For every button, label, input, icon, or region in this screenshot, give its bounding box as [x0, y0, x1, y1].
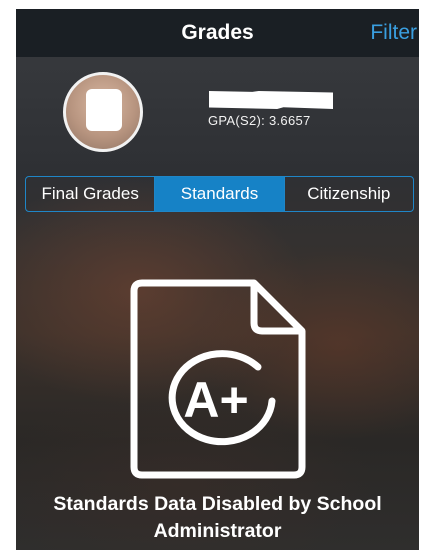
avatar: [63, 72, 143, 152]
grades-segmented-control: Final Grades Standards Citizenship: [25, 176, 414, 212]
student-name-redacted: [209, 91, 333, 109]
avatar-redaction: [86, 89, 122, 131]
grades-screen: Grades Filter GPA(S2): 3.6657 Final Grad…: [16, 9, 419, 550]
tab-citizenship[interactable]: Citizenship: [283, 177, 413, 211]
filter-button[interactable]: Filter: [370, 21, 417, 45]
page-title: Grades: [181, 21, 254, 44]
tab-final-grades[interactable]: Final Grades: [26, 177, 154, 211]
nav-bar: Grades Filter: [16, 9, 419, 57]
tab-standards[interactable]: Standards: [154, 177, 284, 211]
empty-state-message: Standards Data Disabled by School Admini…: [53, 493, 382, 542]
grade-text: A+: [183, 372, 248, 428]
document-grade-icon: A+: [130, 279, 306, 479]
gpa-label: GPA(S2): 3.6657: [208, 113, 311, 128]
